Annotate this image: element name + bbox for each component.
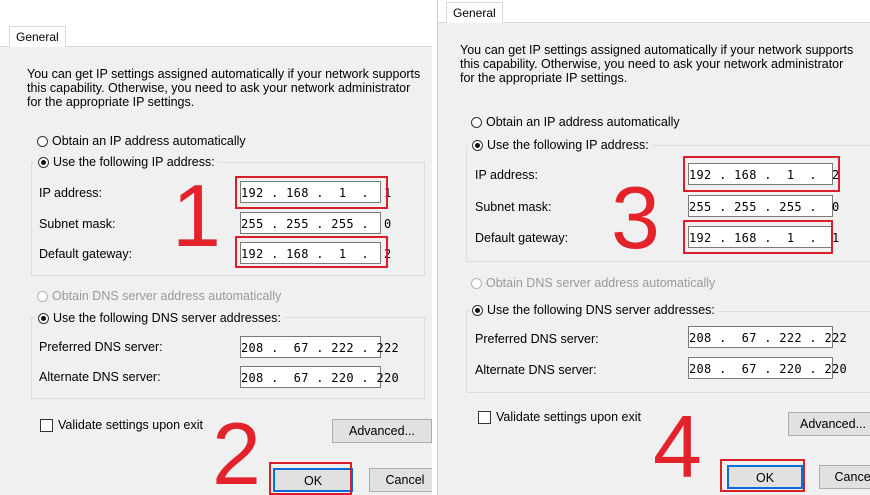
highlight-default-gateway [683,220,833,254]
preferred-dns-field[interactable]: 208 . 67 . 222 . 222 [688,326,847,348]
subnet-mask-label: Subnet mask: [475,200,552,214]
radio-obtain-ip[interactable]: Obtain an IP address automatically [37,134,246,148]
alternate-dns-field[interactable]: 208 . 67 . 220 . 220 [688,357,847,379]
step-number-4: 4 [653,397,702,495]
advanced-button[interactable]: Advanced... [332,419,432,443]
radio-button-disabled[interactable] [37,290,48,302]
radio-label: Use the following DNS server addresses: [53,311,281,325]
step-number-1: 1 [172,166,221,265]
dns-groupbox [466,311,870,393]
description-text: You can get IP settings assigned automat… [460,43,854,85]
preferred-dns-label: Preferred DNS server: [39,340,163,354]
radio-label: Obtain DNS server address automatically [52,289,282,303]
radio-button-selected[interactable] [38,312,49,324]
radio-label: Use the following IP address: [487,138,649,152]
highlight-ok-button [720,459,805,492]
radio-button-selected[interactable] [472,304,483,316]
radio-button-disabled[interactable] [471,277,482,289]
highlight-ok-button [269,462,352,495]
radio-obtain-dns[interactable]: Obtain DNS server address automatically [471,276,715,290]
advanced-button[interactable]: Advanced... [788,412,870,436]
radio-obtain-ip[interactable]: Obtain an IP address automatically [471,115,680,129]
right-dialog-panel: General You can get IP settings assigned… [437,0,870,495]
radio-button-selected[interactable] [472,139,483,151]
validate-label: Validate settings upon exit [496,410,642,424]
preferred-dns-label: Preferred DNS server: [475,332,599,346]
left-dialog-panel: General You can get IP settings assigned… [0,0,433,495]
subnet-mask-field[interactable]: 255 . 255 . 255 . 0 [240,212,391,234]
alternate-dns-field[interactable]: 208 . 67 . 220 . 220 [240,366,399,388]
radio-label: Obtain DNS server address automatically [486,276,716,290]
tab-general[interactable]: General [9,26,66,48]
default-gateway-label: Default gateway: [39,247,133,261]
description-text: You can get IP settings assigned automat… [27,67,421,109]
alternate-dns-label: Alternate DNS server: [475,363,597,377]
step-number-3: 3 [611,168,660,267]
subnet-mask-field[interactable]: 255 . 255 . 255 . 0 [688,195,839,217]
default-gateway-label: Default gateway: [475,231,569,245]
radio-use-dns[interactable]: Use the following DNS server addresses: [35,311,284,325]
radio-use-dns[interactable]: Use the following DNS server addresses: [469,303,718,317]
radio-obtain-dns[interactable]: Obtain DNS server address automatically [37,289,281,303]
preferred-dns-field[interactable]: 208 . 67 . 222 . 222 [240,336,399,358]
alternate-dns-label: Alternate DNS server: [39,370,161,384]
radio-button[interactable] [471,116,482,128]
highlight-ip-address [683,156,840,192]
radio-label: Use the following DNS server addresses: [487,303,715,317]
validate-label: Validate settings upon exit [58,418,204,432]
validate-checkbox[interactable] [478,411,491,424]
subnet-mask-label: Subnet mask: [39,217,116,231]
tab-general[interactable]: General [446,2,503,24]
radio-button[interactable] [37,135,48,147]
cancel-button[interactable]: Cancel [369,468,432,492]
validate-checkbox[interactable] [40,419,53,432]
highlight-default-gateway [235,236,388,268]
radio-label: Obtain an IP address automatically [52,134,246,148]
ip-address-label: IP address: [39,186,103,200]
radio-label: Obtain an IP address automatically [486,115,680,129]
highlight-ip-address [235,176,388,209]
cancel-button[interactable]: Cancel [819,465,870,489]
radio-button-selected[interactable] [38,156,49,168]
radio-use-ip[interactable]: Use the following IP address: [469,138,652,152]
ip-address-label: IP address: [475,168,539,182]
step-number-2: 2 [212,404,261,495]
